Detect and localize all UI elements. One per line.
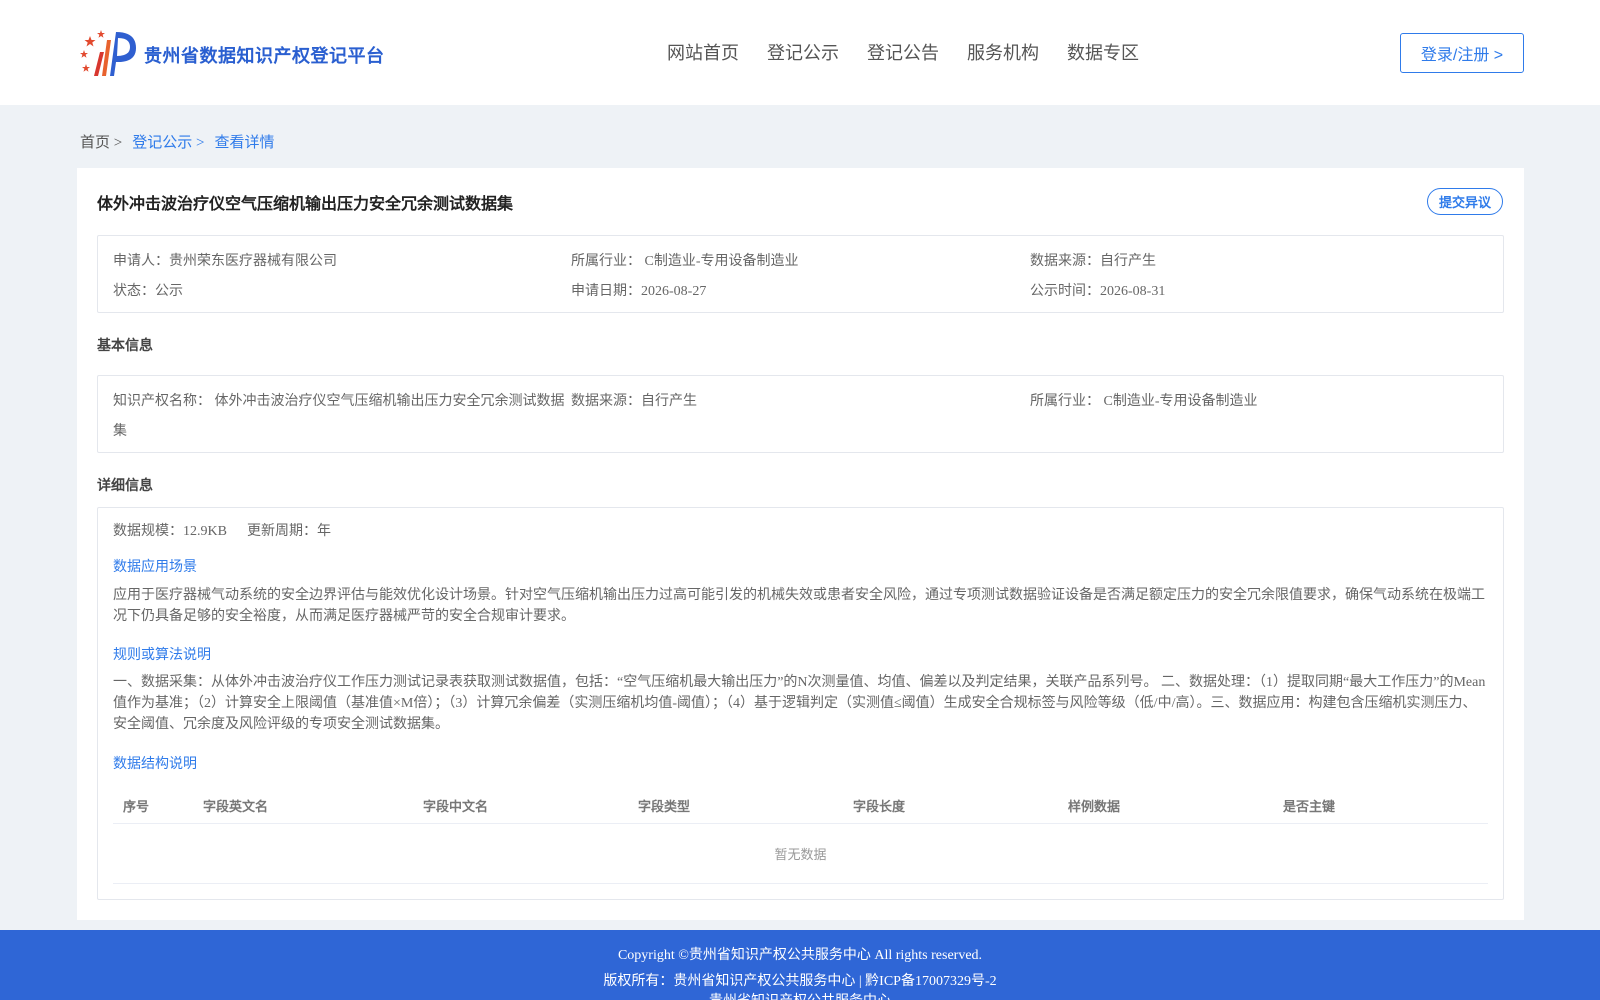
field-table-header: 序号 字段英文名 字段中文名 字段类型 字段长度 样例数据 是否主键 — [113, 784, 1488, 824]
breadcrumb-home[interactable]: 首页 > — [80, 131, 122, 152]
footer-owner-icp[interactable]: 版权所有：贵州省知识产权公共服务中心 | 黔ICP备17007329号-2 — [0, 970, 1600, 990]
data-structure-label: 数据结构说明 — [113, 757, 197, 772]
col-field-type: 字段类型 — [638, 799, 691, 814]
col-field-english-name: 字段英文名 — [203, 799, 269, 814]
submit-objection-button[interactable]: 提交异议 — [1427, 188, 1503, 215]
main-nav: 网站首页 登记公示 登记公告 服务机构 数据专区 — [667, 39, 1139, 65]
col-field-length: 字段长度 — [853, 799, 906, 814]
detail-info-heading: 详细信息 — [97, 477, 153, 493]
ip-name-field: 知识产权名称： 体外冲击波治疗仪空气压缩机输出压力安全冗余测试数据 — [113, 394, 565, 409]
data-source-field: 数据来源：自行产生 — [1030, 254, 1156, 269]
nav-item-registration-announcement[interactable]: 登记公告 — [867, 39, 939, 65]
breadcrumb-registration-publicity[interactable]: 登记公示 > — [132, 131, 204, 152]
basic-data-source-field: 数据来源：自行产生 — [571, 394, 697, 409]
nav-item-registration-publicity[interactable]: 登记公示 — [767, 39, 839, 65]
site-footer: Copyright ©贵州省知识产权公共服务中心 All rights rese… — [0, 930, 1600, 1000]
nav-item-data-zone[interactable]: 数据专区 — [1067, 39, 1139, 65]
basic-info-box: 知识产权名称： 体外冲击波治疗仪空气压缩机输出压力安全冗余测试数据 集 数据来源… — [97, 375, 1504, 453]
detail-info-box: 数据规模：12.9KB 更新周期：年 数据应用场景 应用于医疗器械气动系统的安全… — [97, 507, 1504, 900]
publish-date-field: 公示时间：2026-08-31 — [1030, 284, 1166, 299]
industry-field: 所属行业： C制造业-专用设备制造业 — [571, 254, 799, 269]
applicant-field: 申请人：贵州荣东医疗器械有限公司 — [113, 254, 337, 269]
col-field-chinese-name: 字段中文名 — [423, 799, 489, 814]
nav-item-service-agencies[interactable]: 服务机构 — [967, 39, 1039, 65]
footer-host: 贵州省知识产权公共服务中心 — [0, 990, 1600, 1000]
apply-date-field: 申请日期：2026-08-27 — [571, 284, 707, 299]
col-index: 序号 — [123, 799, 150, 814]
ip-platform-logo-icon[interactable] — [80, 28, 138, 78]
site-header: 贵州省数据知识产权登记平台 网站首页 登记公示 登记公告 服务机构 数据专区 登… — [0, 0, 1600, 105]
footer-copyright: Copyright ©贵州省知识产权公共服务中心 All rights rese… — [617, 948, 983, 963]
status-field: 状态：公示 — [113, 284, 183, 299]
col-sample-data: 样例数据 — [1068, 799, 1121, 814]
application-scene-label: 数据应用场景 — [113, 560, 197, 575]
application-scene-text: 应用于医疗器械气动系统的安全边界评估与能效优化设计场景。针对空气压缩机输出压力过… — [113, 588, 1485, 624]
algorithm-text: 一、数据采集：从体外冲击波治疗仪工作压力测试记录表获取测试数据值，包括：“空气压… — [113, 675, 1486, 732]
col-primary-key: 是否主键 — [1283, 799, 1336, 814]
basic-info-heading: 基本信息 — [97, 337, 153, 353]
ip-name-field-continued: 集 — [113, 424, 127, 439]
basic-industry-field: 所属行业： C制造业-专用设备制造业 — [1030, 394, 1258, 409]
site-brand-title[interactable]: 贵州省数据知识产权登记平台 — [144, 42, 385, 68]
data-scale-field: 数据规模：12.9KB — [113, 524, 227, 539]
table-empty-state: 暂无数据 — [113, 824, 1488, 884]
record-title: 体外冲击波治疗仪空气压缩机输出压力安全冗余测试数据集 — [97, 196, 514, 213]
breadcrumb: 首页 > 登记公示 > 查看详情 — [80, 131, 274, 152]
update-cycle-field: 更新周期：年 — [247, 524, 331, 539]
record-summary-box: 申请人：贵州荣东医疗器械有限公司 所属行业： C制造业-专用设备制造业 数据来源… — [97, 235, 1504, 313]
breadcrumb-current: 查看详情 — [214, 135, 275, 151]
login-register-button[interactable]: 登录/注册 > — [1400, 33, 1524, 73]
algorithm-label: 规则或算法说明 — [113, 648, 211, 663]
nav-item-home[interactable]: 网站首页 — [667, 39, 739, 65]
record-detail-card: 体外冲击波治疗仪空气压缩机输出压力安全冗余测试数据集 提交异议 申请人：贵州荣东… — [77, 168, 1524, 920]
